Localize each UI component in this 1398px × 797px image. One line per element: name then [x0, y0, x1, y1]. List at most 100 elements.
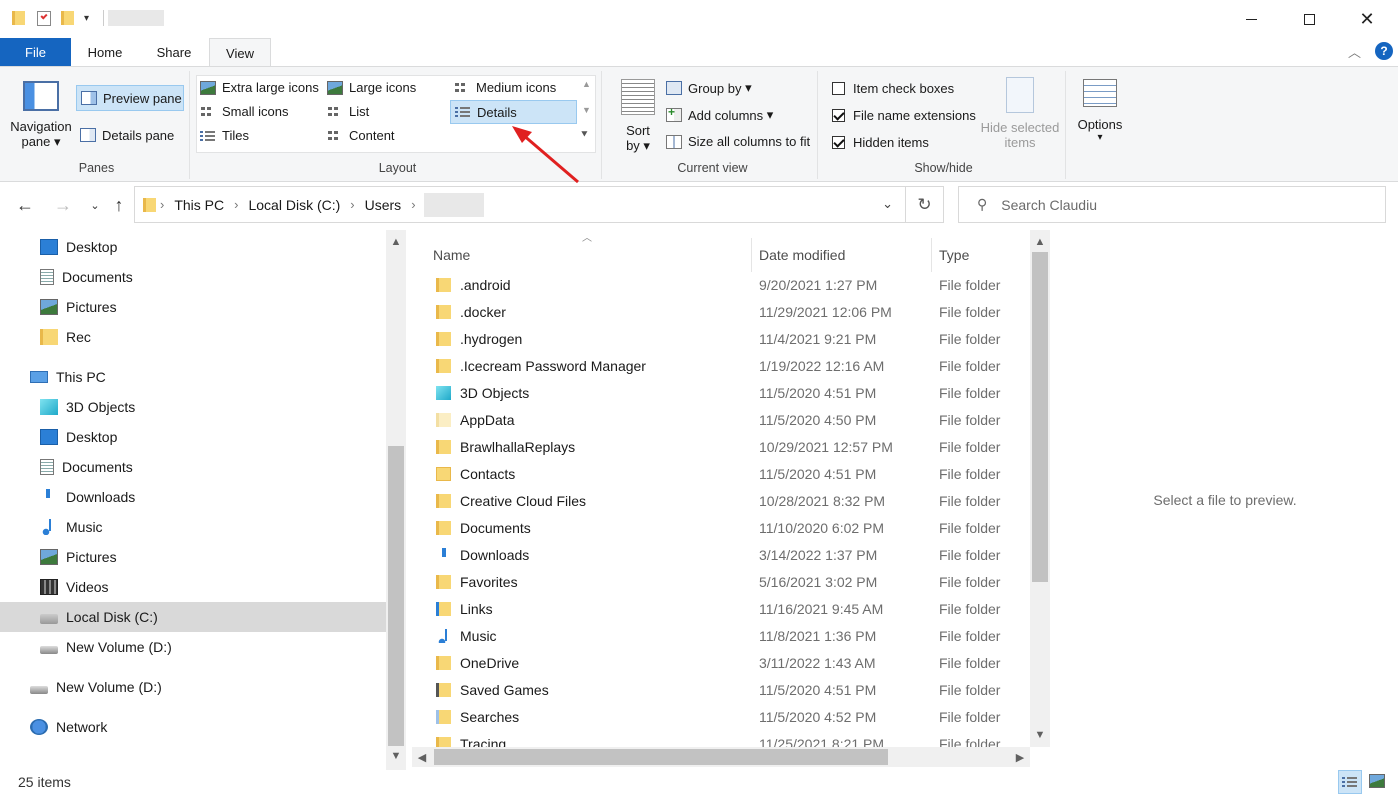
close-button[interactable]: ✕ — [1338, 0, 1396, 38]
nav-pane-scrollbar[interactable]: ▲ ▼ — [386, 230, 406, 770]
nav-item-new-volume-d[interactable]: New Volume (D:) — [0, 672, 386, 702]
nav-item-rec[interactable]: Rec — [0, 322, 386, 352]
file-row[interactable]: Favorites 5/16/2021 3:02 PM File folder — [412, 569, 1032, 596]
nav-item-music[interactable]: Music — [0, 512, 386, 542]
new-folder-icon[interactable] — [61, 11, 74, 25]
properties-icon[interactable] — [37, 10, 51, 26]
help-icon[interactable]: ? — [1375, 42, 1393, 60]
refresh-button[interactable]: ↻ — [906, 186, 944, 223]
search-input[interactable]: Search Claudiu — [1001, 197, 1097, 213]
back-button[interactable]: ← — [12, 192, 38, 218]
column-divider[interactable] — [751, 238, 752, 272]
nav-item-desktop[interactable]: Desktop — [0, 422, 386, 452]
list-button[interactable]: List — [327, 104, 369, 119]
file-row[interactable]: OneDrive 3/11/2022 1:43 AM File folder — [412, 650, 1032, 677]
forward-button[interactable]: → — [50, 192, 76, 218]
item-check-boxes-checkbox[interactable] — [832, 82, 845, 95]
nav-item-local-disk-c[interactable]: Local Disk (C:) — [0, 602, 386, 632]
file-row[interactable]: BrawlhallaReplays 10/29/2021 12:57 PM File… — [412, 434, 1032, 461]
file-row[interactable]: Searches 11/5/2020 4:52 PM File folder — [412, 704, 1032, 731]
file-row[interactable]: Contacts 11/5/2020 4:51 PM File folder — [412, 461, 1032, 488]
layout-scroll-up-icon[interactable]: ▲ — [582, 79, 591, 89]
breadcrumb-users[interactable]: Users — [365, 197, 402, 213]
nav-item-pictures[interactable]: Pictures — [0, 292, 386, 322]
up-button[interactable]: ↑ — [106, 192, 132, 218]
nav-pane-scroll-thumb[interactable] — [388, 446, 404, 746]
file-row[interactable]: .docker 11/29/2021 12:06 PM File folder — [412, 299, 1032, 326]
file-row[interactable]: AppData 11/5/2020 4:50 PM File folder — [412, 407, 1032, 434]
file-list-scroll-thumb[interactable] — [1032, 252, 1048, 582]
nav-item-documents[interactable]: Documents — [0, 262, 386, 292]
scroll-right-icon[interactable]: ▶ — [1010, 747, 1030, 767]
scroll-up-icon[interactable]: ▲ — [1030, 232, 1050, 252]
scroll-down-icon[interactable]: ▼ — [386, 746, 406, 766]
nav-item-network[interactable]: Network — [0, 712, 386, 742]
large-icons-button[interactable]: Large icons — [327, 80, 416, 95]
file-list-scrollbar[interactable]: ▲ ▼ — [1030, 230, 1050, 747]
column-divider[interactable] — [931, 238, 932, 272]
file-name-extensions-toggle[interactable]: File name extensions — [832, 108, 976, 123]
horizontal-scrollbar[interactable]: ◀ ▶ — [412, 747, 1030, 767]
file-row[interactable]: Downloads 3/14/2022 1:37 PM File folder — [412, 542, 1032, 569]
details-view-toggle[interactable] — [1338, 770, 1362, 794]
add-columns-button[interactable]: + Add columns ▾ — [666, 105, 773, 123]
column-header-date[interactable]: Date modified — [759, 238, 931, 272]
tab-share[interactable]: Share — [139, 38, 209, 66]
breadcrumb-this-pc[interactable]: This PC — [174, 197, 224, 213]
horizontal-scroll-thumb[interactable] — [434, 749, 888, 765]
tiles-button[interactable]: Tiles — [200, 128, 249, 143]
nav-item-new-volume-d[interactable]: New Volume (D:) — [0, 632, 386, 662]
hidden-items-toggle[interactable]: Hidden items — [832, 135, 929, 150]
breadcrumb-user-redacted[interactable] — [423, 192, 484, 217]
tab-home[interactable]: Home — [71, 38, 139, 66]
tab-file[interactable]: File — [0, 38, 71, 66]
options-button[interactable]: Options ▾ — [1072, 75, 1128, 161]
group-by-button[interactable]: Group by ▾ — [666, 80, 752, 96]
recent-locations-button[interactable]: ⌄ — [82, 192, 108, 218]
details-pane-button[interactable]: Details pane — [80, 123, 174, 147]
tab-view[interactable]: View — [209, 38, 271, 67]
layout-scroll-down-icon[interactable]: ▼ — [582, 105, 591, 115]
file-row[interactable]: .Icecream Password Manager 1/19/2022 12:1… — [412, 353, 1032, 380]
navigation-pane-button[interactable]: Navigation pane ▾ — [8, 77, 74, 159]
breadcrumb-local-disk[interactable]: Local Disk (C:) — [248, 197, 340, 213]
customize-toolbar-icon[interactable]: ▾ — [84, 13, 89, 24]
scroll-up-icon[interactable]: ▲ — [386, 232, 406, 252]
preview-pane-button[interactable]: Preview pane — [76, 85, 184, 111]
nav-item-desktop[interactable]: Desktop — [0, 232, 386, 262]
file-row[interactable]: .hydrogen 11/4/2021 9:21 PM File folder — [412, 326, 1032, 353]
file-row[interactable]: Saved Games 11/5/2020 4:51 PM File folder — [412, 677, 1032, 704]
file-row[interactable]: .android 9/20/2021 1:27 PM File folder — [412, 272, 1032, 299]
file-name-extensions-checkbox[interactable] — [832, 109, 845, 122]
address-dropdown-icon[interactable]: ⌄ — [882, 196, 893, 212]
column-header-name[interactable]: Name — [433, 238, 751, 272]
medium-icons-button[interactable]: Medium icons — [454, 80, 556, 95]
item-check-boxes-toggle[interactable]: Item check boxes — [832, 81, 954, 96]
address-bar[interactable]: › This PC › Local Disk (C:) › Users › ⌄ — [134, 186, 906, 223]
nav-item-documents[interactable]: Documents — [0, 452, 386, 482]
minimize-ribbon-icon[interactable]: ︿ — [1348, 42, 1361, 61]
minimize-button[interactable] — [1222, 0, 1280, 38]
large-icons-view-toggle[interactable] — [1366, 770, 1390, 794]
file-row[interactable]: 3D Objects 11/5/2020 4:51 PM File folder — [412, 380, 1032, 407]
file-row[interactable]: Links 11/16/2021 9:45 AM File folder — [412, 596, 1032, 623]
column-header-type[interactable]: Type — [939, 238, 1029, 272]
scroll-down-icon[interactable]: ▼ — [1030, 725, 1050, 745]
maximize-button[interactable] — [1280, 0, 1338, 38]
extra-large-icons-button[interactable]: Extra large icons — [200, 80, 319, 95]
content-button[interactable]: Content — [327, 128, 395, 143]
nav-item-pictures[interactable]: Pictures — [0, 542, 386, 572]
size-all-columns-button[interactable]: Size all columns to fit — [666, 134, 810, 149]
scroll-left-icon[interactable]: ◀ — [412, 747, 432, 767]
hidden-items-checkbox[interactable] — [832, 136, 845, 149]
file-row[interactable]: Music 11/8/2021 1:36 PM File folder — [412, 623, 1032, 650]
sort-by-button[interactable]: Sort by ▾ — [616, 77, 660, 161]
nav-item-videos[interactable]: Videos — [0, 572, 386, 602]
small-icons-button[interactable]: Small icons — [200, 104, 288, 119]
nav-item-downloads[interactable]: Downloads — [0, 482, 386, 512]
nav-item-3d-objects[interactable]: 3D Objects — [0, 392, 386, 422]
hide-selected-items-button[interactable]: Hide selected items — [978, 75, 1062, 161]
nav-item-this-pc[interactable]: This PC — [0, 362, 386, 392]
file-row[interactable]: Documents 11/10/2020 6:02 PM File folder — [412, 515, 1032, 542]
file-row[interactable]: Creative Cloud Files 10/28/2021 8:32 PM Fi… — [412, 488, 1032, 515]
